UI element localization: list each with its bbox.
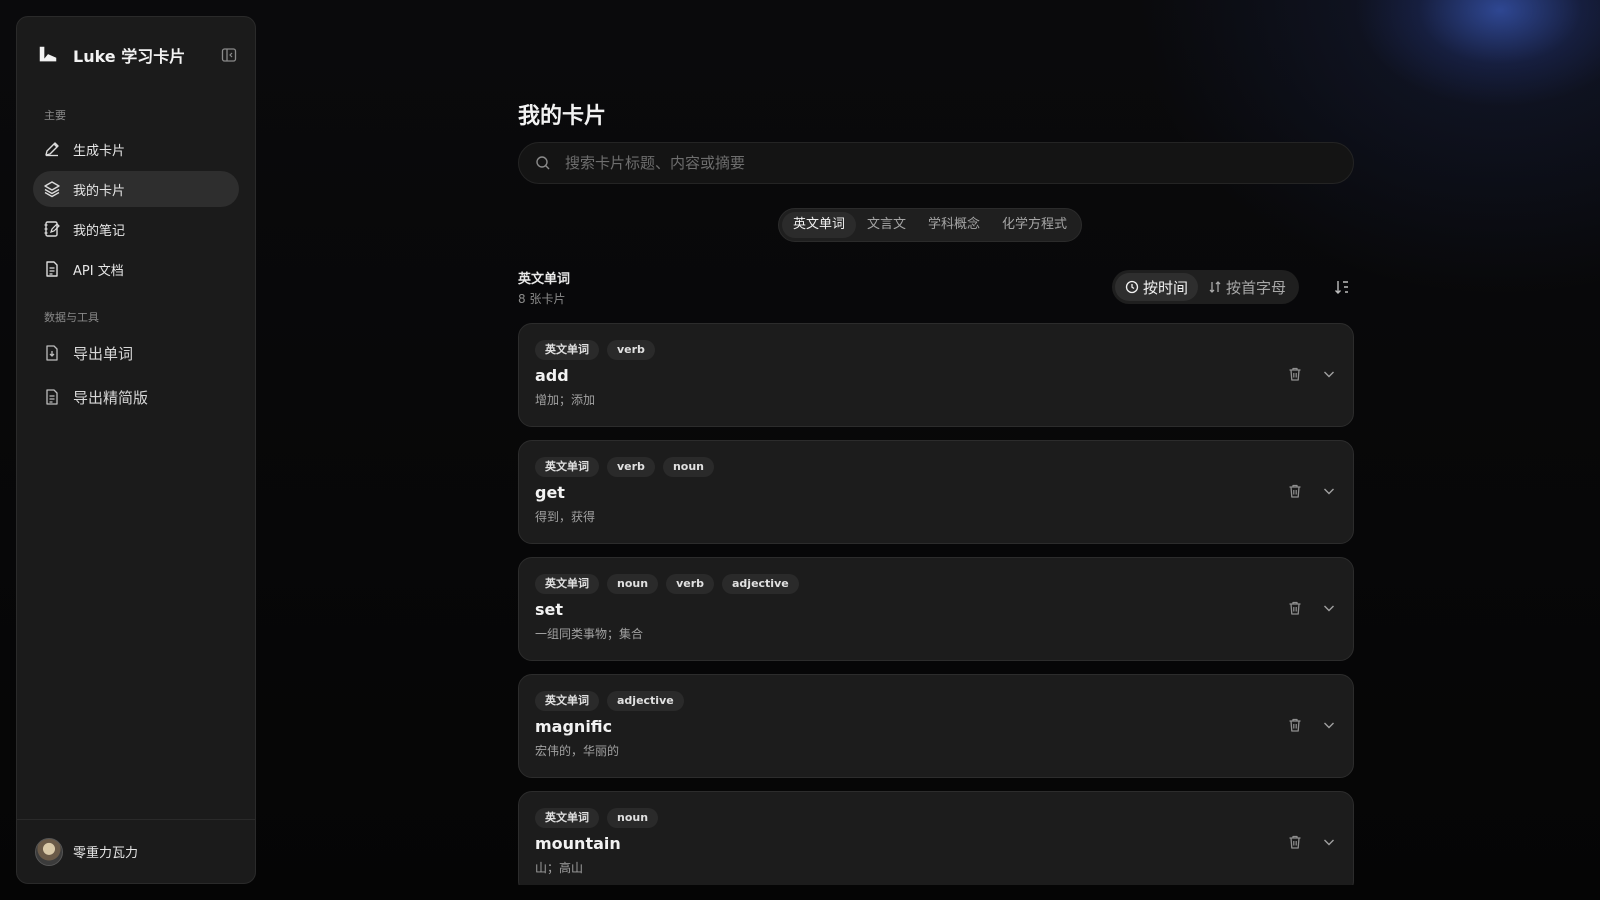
sidebar-section-tools: 数据与工具	[44, 311, 99, 324]
card-list: 英文单词 verb add 增加；添加 英文单词 verb noun get 得到，获…	[518, 323, 1354, 885]
card-meaning: 一组同类事物；集合	[535, 627, 644, 641]
card-meaning: 得到，获得	[535, 510, 596, 524]
card-count: 8 张卡片	[518, 292, 566, 306]
word-card[interactable]: 英文单词 noun mountain 山；高山	[518, 791, 1354, 885]
chevron-down-icon[interactable]	[1321, 717, 1337, 733]
sidebar-item-label: 我的笔记	[73, 223, 126, 239]
sort-by-time-button[interactable]: 按时间	[1115, 273, 1199, 301]
document-icon	[46, 261, 58, 277]
card-word: add	[535, 366, 569, 385]
card-tag: 英文单词	[535, 340, 599, 360]
sort-toggle: 按时间 按首字母	[1112, 270, 1300, 304]
search-input[interactable]	[565, 154, 1325, 172]
card-tags: 英文单词 verb	[535, 340, 1353, 360]
sidebar-item-generate-cards[interactable]: 生成卡片	[33, 131, 239, 167]
tab-subject-concepts[interactable]: 学科概念	[917, 212, 991, 238]
pencil-icon	[45, 142, 59, 157]
card-tag: noun	[662, 457, 714, 477]
file-text-icon	[46, 389, 58, 405]
card-tag: 英文单词	[535, 574, 599, 594]
chevron-down-icon[interactable]	[1321, 483, 1337, 499]
card-tag: verb	[607, 340, 655, 360]
sidebar-item-label: API 文档	[73, 263, 124, 279]
chevron-down-icon[interactable]	[1321, 834, 1337, 850]
card-tag: adjective	[607, 691, 684, 711]
list-header: 英文单词 8 张卡片	[518, 268, 570, 307]
avatar	[35, 837, 63, 866]
sort-letter-label: 按首字母	[1226, 278, 1287, 297]
layers-icon	[44, 181, 60, 198]
sidebar-item-export-lite[interactable]: 导出精简版	[33, 377, 239, 417]
sidebar-item-my-cards[interactable]: 我的卡片	[33, 171, 239, 207]
chevron-down-icon[interactable]	[1321, 366, 1337, 382]
card-tag: noun	[607, 808, 659, 828]
sort-time-label: 按时间	[1143, 278, 1189, 297]
chevron-down-icon[interactable]	[1321, 600, 1337, 616]
card-tag: adjective	[722, 574, 799, 594]
sidebar: Luke 学习卡片 主要 生成卡片 我的卡片 我的笔记 API 文档 数据与工具…	[16, 16, 256, 884]
card-tags: 英文单词 noun	[535, 808, 1353, 828]
card-tag: 英文单词	[535, 808, 599, 828]
card-word: mountain	[535, 834, 621, 853]
card-meaning: 增加；添加	[535, 393, 596, 407]
sidebar-item-export-words[interactable]: 导出单词	[33, 333, 239, 373]
word-card[interactable]: 英文单词 noun verb adjective set 一组同类事物；集合	[518, 557, 1354, 661]
card-tag: verb	[666, 574, 714, 594]
notebook-icon	[44, 221, 60, 237]
sidebar-item-label: 我的卡片	[73, 183, 126, 199]
category-tabs: 英文单词 文言文 学科概念 化学方程式	[778, 208, 1083, 242]
search-bar[interactable]	[518, 142, 1354, 184]
card-meaning: 山；高山	[535, 861, 584, 875]
sidebar-header: Luke 学习卡片	[17, 17, 255, 75]
card-meaning: 宏伟的，华丽的	[535, 744, 620, 758]
page-title: 我的卡片	[518, 104, 607, 129]
trash-icon[interactable]	[1287, 483, 1303, 499]
search-icon	[536, 156, 550, 170]
sidebar-item-label: 导出精简版	[73, 388, 149, 407]
trash-icon[interactable]	[1287, 717, 1303, 733]
trash-icon[interactable]	[1287, 834, 1303, 850]
username: 零重力瓦力	[73, 846, 139, 861]
card-tags: 英文单词 noun verb adjective	[535, 574, 1353, 594]
user-profile[interactable]: 零重力瓦力	[17, 819, 255, 883]
tab-english-words[interactable]: 英文单词	[782, 212, 857, 238]
file-download-icon	[46, 345, 58, 361]
sort-arrows-icon	[1209, 281, 1221, 293]
sidebar-item-my-notes[interactable]: 我的笔记	[33, 211, 239, 247]
clock-icon	[1125, 280, 1139, 294]
card-tag: 英文单词	[535, 691, 599, 711]
card-word: set	[535, 600, 564, 619]
card-tag: verb	[607, 457, 655, 477]
app-title: Luke 学习卡片	[73, 47, 186, 66]
sidebar-item-label: 导出单词	[73, 344, 134, 363]
sort-by-letter-button[interactable]: 按首字母	[1198, 273, 1296, 301]
card-word: magnific	[535, 717, 613, 736]
logo-icon	[39, 46, 57, 62]
word-card[interactable]: 英文单词 verb add 增加；添加	[518, 323, 1354, 427]
list-title: 英文单词	[518, 272, 571, 287]
tab-classical-chinese[interactable]: 文言文	[856, 212, 917, 238]
sidebar-collapse-icon[interactable]	[221, 47, 237, 63]
sidebar-section-main: 主要	[44, 109, 66, 122]
word-card[interactable]: 英文单词 verb noun get 得到，获得	[518, 440, 1354, 544]
tab-chemical-equations[interactable]: 化学方程式	[991, 212, 1078, 238]
card-tags: 英文单词 verb noun	[535, 457, 1353, 477]
trash-icon[interactable]	[1287, 600, 1303, 616]
word-card[interactable]: 英文单词 adjective magnific 宏伟的，华丽的	[518, 674, 1354, 778]
trash-icon[interactable]	[1287, 366, 1303, 382]
sidebar-item-api-docs[interactable]: API 文档	[33, 251, 239, 287]
card-word: get	[535, 483, 565, 502]
card-tag: 英文单词	[535, 457, 599, 477]
sidebar-item-label: 生成卡片	[73, 143, 126, 159]
card-tag: noun	[607, 574, 659, 594]
card-tags: 英文单词 adjective	[535, 691, 1353, 711]
sort-order-icon[interactable]	[1333, 278, 1351, 296]
